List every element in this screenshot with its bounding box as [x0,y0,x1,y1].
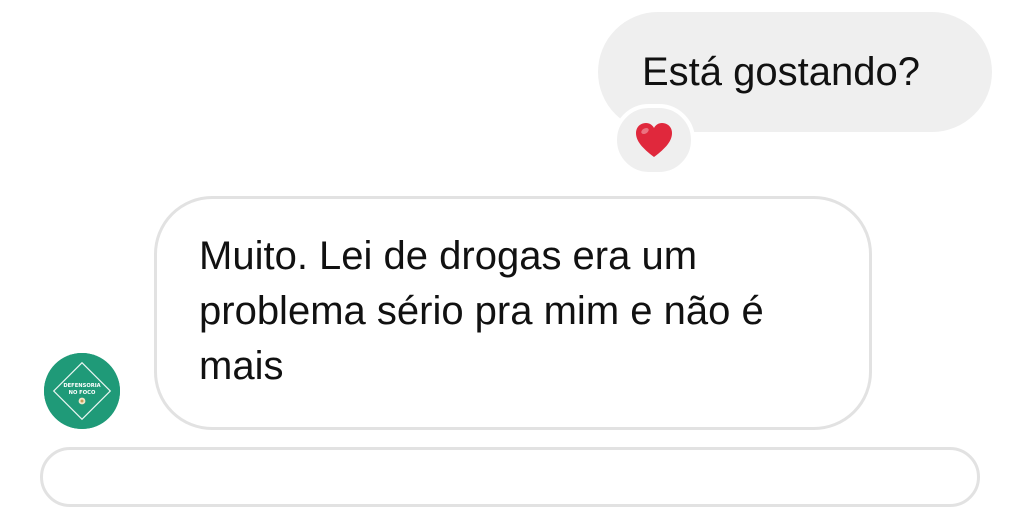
avatar-line1: DEFENSORIA [63,383,100,389]
avatar-logo-icon: DEFENSORIA NO FOCO [44,353,120,429]
incoming-message-bubble[interactable]: Muito. Lei de drogas era um problema sér… [154,196,872,430]
outgoing-message-text: Está gostando? [642,50,920,94]
next-message-bubble[interactable] [40,447,980,507]
avatar-line2: NO FOCO [69,390,96,396]
heart-icon [636,123,672,157]
heart-reaction[interactable] [613,104,695,176]
avatar[interactable]: DEFENSORIA NO FOCO [44,353,120,429]
incoming-message-text: Muito. Lei de drogas era um problema sér… [199,234,764,388]
